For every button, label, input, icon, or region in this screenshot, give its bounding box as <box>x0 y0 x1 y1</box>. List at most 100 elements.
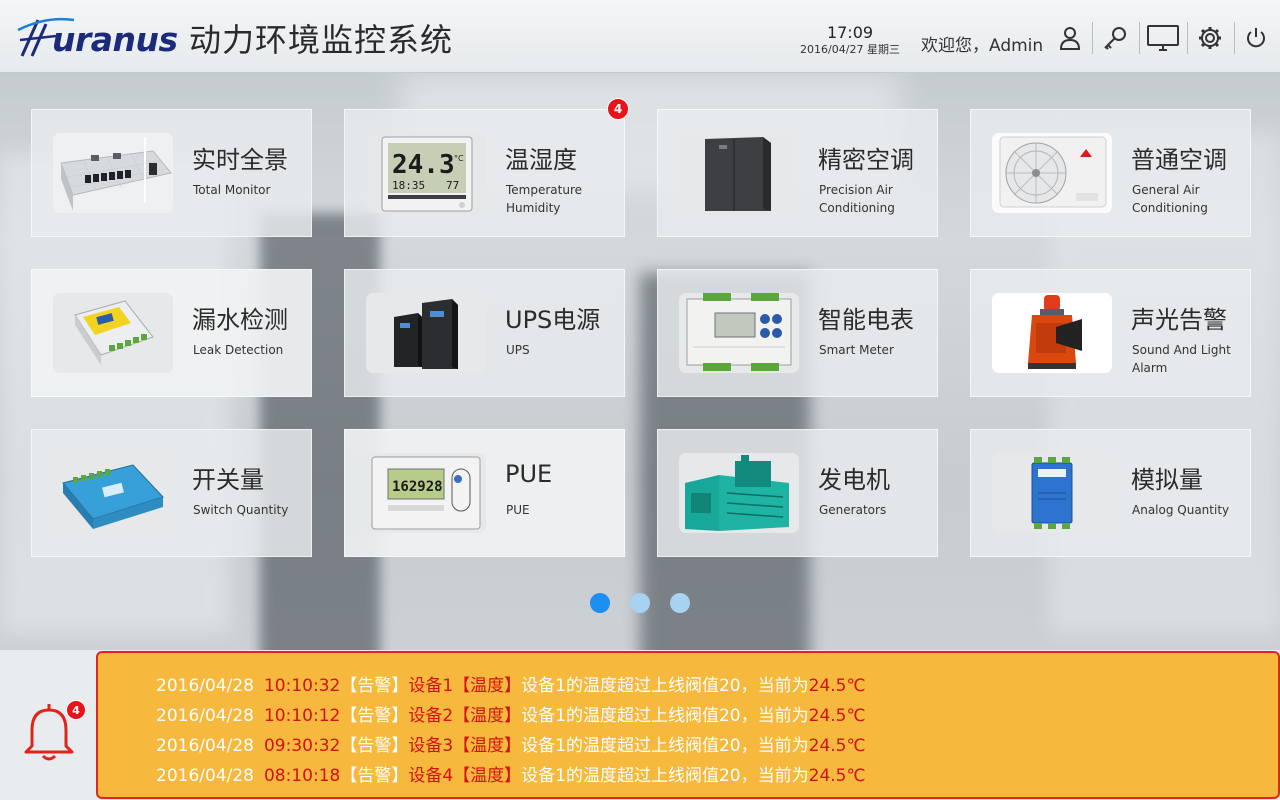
alarm-message: 设备1的温度超过上线阀值20，当前为 <box>521 676 809 696</box>
thermo-humidity: 77 <box>446 179 459 192</box>
alarm-message: 设备1的温度超过上线阀值20，当前为 <box>521 706 809 726</box>
thermo-hygrometer-image: 24.3 °C 18:35 77 <box>366 133 486 213</box>
thermo-time: 18:35 <box>392 179 425 192</box>
header-divider <box>1234 22 1235 54</box>
alarm-date: 2016/04/28 <box>156 736 254 756</box>
alarm-category: 【温度】 <box>453 736 522 756</box>
smart-meter-image <box>679 293 799 373</box>
alarm-category: 【温度】 <box>453 706 522 726</box>
alarm-level: 【告警】 <box>340 706 409 726</box>
clock: 17:09 2016/04/27 星期三 <box>795 24 905 58</box>
tile-title-cn: 模拟量 <box>1131 466 1203 494</box>
split-ac-unit-image <box>992 133 1112 213</box>
tile-analog-quantity[interactable]: 模拟量 Analog Quantity <box>970 429 1251 557</box>
tile-title-en: Switch Quantity <box>193 503 289 517</box>
header-divider <box>1092 22 1093 54</box>
uranus-logo: uranus <box>16 14 178 62</box>
tile-title-cn: 温湿度 <box>505 146 577 174</box>
clock-date: 2016/04/27 星期三 <box>800 43 900 56</box>
alarm-time: 09:30:32 <box>263 736 341 756</box>
tile-title-cn: 智能电表 <box>818 306 914 334</box>
alarm-date: 2016/04/28 <box>156 676 254 696</box>
alarm-row[interactable]: 2016/04/28 09:30:32【告警】设备3【温度】设备1的温度超过上线阀… <box>156 731 866 761</box>
alarm-device: 设备1 <box>408 676 454 696</box>
tile-title-en: PUE <box>506 503 530 517</box>
page-dot-2[interactable] <box>630 593 650 613</box>
alarm-time: 10:10:32 <box>263 676 341 696</box>
tile-title-cn: PUE <box>505 460 553 488</box>
page-dot-3[interactable] <box>670 593 690 613</box>
thermo-unit: °C <box>454 154 464 163</box>
user-icon[interactable] <box>1054 22 1086 54</box>
ups-tower-image <box>366 293 486 373</box>
alarm-device: 设备2 <box>408 706 454 726</box>
alarm-row[interactable]: 2016/04/28 10:10:32【告警】设备1【温度】设备1的温度超过上线阀… <box>156 671 866 701</box>
tile-title-cn: 开关量 <box>192 466 264 494</box>
gear-icon[interactable] <box>1194 22 1226 54</box>
key-icon[interactable] <box>1099 22 1131 54</box>
page-dot-1[interactable] <box>590 593 610 613</box>
analog-io-module-image <box>992 453 1112 533</box>
tile-title-en: Total Monitor <box>193 183 271 197</box>
welcome-text: 欢迎您，Admin <box>921 36 1044 56</box>
alarm-value: 24.5℃ <box>808 736 866 756</box>
tile-general-ac[interactable]: 普通空调 General Air Conditioning <box>970 109 1251 237</box>
tile-title-en: Generators <box>819 503 887 517</box>
tile-temperature-humidity[interactable]: 24.3 °C 18:35 77 温湿度 Temperature Humidit… <box>344 109 625 237</box>
tile-generators[interactable]: 发电机 Generators <box>657 429 938 557</box>
alarm-list: 2016/04/28 10:10:32【告警】设备1【温度】设备1的温度超过上线阀… <box>156 671 866 791</box>
tile-title-en: General Air Conditioning <box>1132 183 1208 215</box>
header-divider <box>1187 22 1188 54</box>
tile-title-cn: 声光告警 <box>1131 306 1227 334</box>
tile-title-cn: 发电机 <box>818 466 890 494</box>
pue-lcd-value: 162928 <box>392 479 443 495</box>
tile-title-en: Temperature Humidity <box>506 183 583 215</box>
tile-pue[interactable]: 162928 PUE PUE <box>344 429 625 557</box>
alarm-count-badge: 4 <box>66 700 86 720</box>
header-divider <box>1139 22 1140 54</box>
alarm-message: 设备1的温度超过上线阀值20，当前为 <box>521 736 809 756</box>
tile-title-en: Precision Air Conditioning <box>819 183 895 215</box>
tile-leak-detection[interactable]: 漏水检测 Leak Detection <box>31 269 312 397</box>
clock-time: 17:09 <box>826 23 874 42</box>
tile-title-en: Analog Quantity <box>1132 503 1230 517</box>
alarm-category: 【温度】 <box>453 766 522 786</box>
tile-title-en: UPS <box>506 343 530 357</box>
app-header: uranus 动力环境监控系统 17:09 2016/04/27 星期三 欢迎您… <box>0 0 1280 73</box>
alarm-device: 设备4 <box>408 766 454 786</box>
logo-text: uranus <box>52 20 178 59</box>
monitor-icon[interactable] <box>1144 22 1182 54</box>
alarm-value: 24.5℃ <box>808 706 866 726</box>
power-icon[interactable] <box>1240 22 1272 54</box>
tile-title-cn: UPS电源 <box>505 306 601 334</box>
tile-title-en: Leak Detection <box>193 343 284 357</box>
app-title: 动力环境监控系统 <box>189 21 454 59</box>
switch-io-module-image <box>53 453 173 533</box>
alarm-value: 24.5℃ <box>808 676 866 696</box>
siren-beacon-image <box>992 293 1112 373</box>
diesel-generator-image <box>679 453 799 533</box>
tile-total-monitor[interactable]: 实时全景 Total Monitor <box>31 109 312 237</box>
tile-title-cn: 漏水检测 <box>192 306 288 334</box>
alarm-level: 【告警】 <box>340 766 409 786</box>
alarm-value: 24.5℃ <box>808 766 866 786</box>
alarm-level: 【告警】 <box>340 676 409 696</box>
alarm-panel: 2016/04/28 10:10:32【告警】设备1【温度】设备1的温度超过上线阀… <box>96 651 1280 799</box>
alarm-date: 2016/04/28 <box>156 766 254 786</box>
tile-precision-ac[interactable]: 精密空调 Precision Air Conditioning <box>657 109 938 237</box>
precision-ac-cabinet-image <box>679 133 799 213</box>
tile-title-cn: 普通空调 <box>1131 146 1227 174</box>
tile-sound-light-alarm[interactable]: 声光告警 Sound And Light Alarm <box>970 269 1251 397</box>
alarm-device: 设备3 <box>408 736 454 756</box>
tile-title-en: Sound And Light Alarm <box>1132 343 1231 375</box>
alarm-row[interactable]: 2016/04/28 08:10:18【告警】设备4【温度】设备1的温度超过上线阀… <box>156 761 866 791</box>
tile-title-cn: 精密空调 <box>818 146 914 174</box>
tile-title-cn: 实时全景 <box>192 146 288 174</box>
alarm-message: 设备1的温度超过上线阀值20，当前为 <box>521 766 809 786</box>
tile-switch-quantity[interactable]: 开关量 Switch Quantity <box>31 429 312 557</box>
alarm-row[interactable]: 2016/04/28 10:10:12【告警】设备2【温度】设备1的温度超过上线阀… <box>156 701 866 731</box>
tile-smart-meter[interactable]: 智能电表 Smart Meter <box>657 269 938 397</box>
power-meter-image: 162928 <box>366 453 486 533</box>
tile-ups[interactable]: UPS电源 UPS <box>344 269 625 397</box>
data-center-3d-image <box>53 133 173 213</box>
